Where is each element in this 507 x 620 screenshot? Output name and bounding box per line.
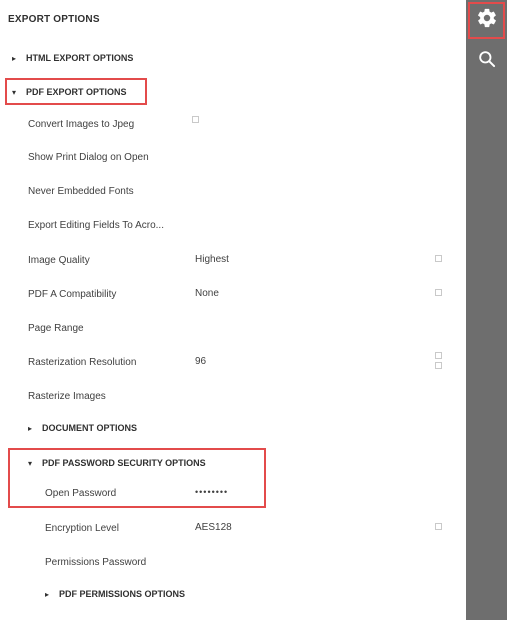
open-password-field[interactable]: •••••••• bbox=[195, 487, 228, 497]
section-title: HTML EXPORT OPTIONS bbox=[26, 53, 134, 63]
search-icon bbox=[477, 49, 497, 74]
triangle-down-icon: ▾ bbox=[12, 87, 17, 97]
encryption-level-value[interactable]: AES128 bbox=[195, 522, 232, 533]
triangle-right-icon: ▸ bbox=[28, 423, 33, 433]
section-pdf-export-options[interactable]: ▾ PDF EXPORT OPTIONS bbox=[12, 87, 127, 97]
section-pdf-password-security-options[interactable]: ▾ PDF PASSWORD SECURITY OPTIONS bbox=[28, 458, 206, 468]
gear-icon bbox=[476, 7, 498, 34]
pdf-a-compatibility-value[interactable]: None bbox=[195, 288, 219, 299]
row-page-range: Page Range bbox=[28, 319, 84, 337]
row-rasterize-images: Rasterize Images bbox=[28, 387, 106, 405]
rasterization-resolution-value[interactable]: 96 bbox=[195, 356, 206, 367]
row-label: Image Quality bbox=[28, 254, 90, 266]
row-label: Encryption Level bbox=[45, 522, 119, 534]
settings-button[interactable] bbox=[466, 0, 507, 41]
export-options-panel: EXPORT OPTIONS ▸ HTML EXPORT OPTIONS ▾ P… bbox=[0, 0, 466, 620]
row-never-embedded-fonts: Never Embedded Fonts bbox=[28, 182, 134, 200]
section-title: PDF EXPORT OPTIONS bbox=[26, 87, 127, 97]
row-label: Rasterization Resolution bbox=[28, 356, 137, 368]
row-label: Export Editing Fields To Acro... bbox=[28, 219, 164, 231]
section-title: DOCUMENT OPTIONS bbox=[42, 423, 138, 433]
row-pdf-a-compatibility: PDF A Compatibility bbox=[28, 285, 116, 303]
row-permissions-password: Permissions Password bbox=[45, 553, 146, 571]
convert-images-checkbox[interactable] bbox=[192, 116, 199, 123]
section-html-export-options[interactable]: ▸ HTML EXPORT OPTIONS bbox=[12, 53, 133, 63]
pdf-a-compatibility-toggle[interactable] bbox=[435, 289, 442, 296]
image-quality-value[interactable]: Highest bbox=[195, 254, 229, 265]
row-label: Page Range bbox=[28, 322, 84, 334]
panel-title: EXPORT OPTIONS bbox=[8, 14, 100, 25]
right-sidebar bbox=[466, 0, 507, 620]
triangle-right-icon: ▸ bbox=[45, 589, 50, 599]
search-button[interactable] bbox=[466, 41, 507, 82]
row-label: Permissions Password bbox=[45, 556, 147, 568]
section-pdf-permissions-options[interactable]: ▸ PDF PERMISSIONS OPTIONS bbox=[45, 589, 185, 599]
row-label: Show Print Dialog on Open bbox=[28, 151, 149, 163]
row-label: Never Embedded Fonts bbox=[28, 185, 134, 197]
image-quality-toggle[interactable] bbox=[435, 255, 442, 262]
row-encryption-level: Encryption Level bbox=[45, 519, 119, 537]
row-label: Rasterize Images bbox=[28, 390, 106, 402]
row-open-password: Open Password bbox=[45, 484, 116, 502]
row-image-quality: Image Quality bbox=[28, 251, 90, 269]
section-document-options[interactable]: ▸ DOCUMENT OPTIONS bbox=[28, 423, 137, 433]
row-show-print-dialog: Show Print Dialog on Open bbox=[28, 148, 149, 166]
row-label: Convert Images to Jpeg bbox=[28, 118, 135, 130]
section-title: PDF PERMISSIONS OPTIONS bbox=[59, 589, 186, 599]
row-export-editing-fields: Export Editing Fields To Acro... bbox=[28, 216, 164, 234]
triangle-right-icon: ▸ bbox=[12, 53, 17, 63]
row-rasterization-resolution: Rasterization Resolution bbox=[28, 353, 136, 371]
rasterization-up-button[interactable] bbox=[435, 352, 442, 359]
rasterization-down-button[interactable] bbox=[435, 362, 442, 369]
encryption-level-toggle[interactable] bbox=[435, 523, 442, 530]
row-label: PDF A Compatibility bbox=[28, 288, 117, 300]
section-title: PDF PASSWORD SECURITY OPTIONS bbox=[42, 458, 206, 468]
row-convert-images: Convert Images to Jpeg bbox=[28, 115, 134, 133]
triangle-down-icon: ▾ bbox=[28, 458, 33, 468]
row-label: Open Password bbox=[45, 487, 117, 499]
